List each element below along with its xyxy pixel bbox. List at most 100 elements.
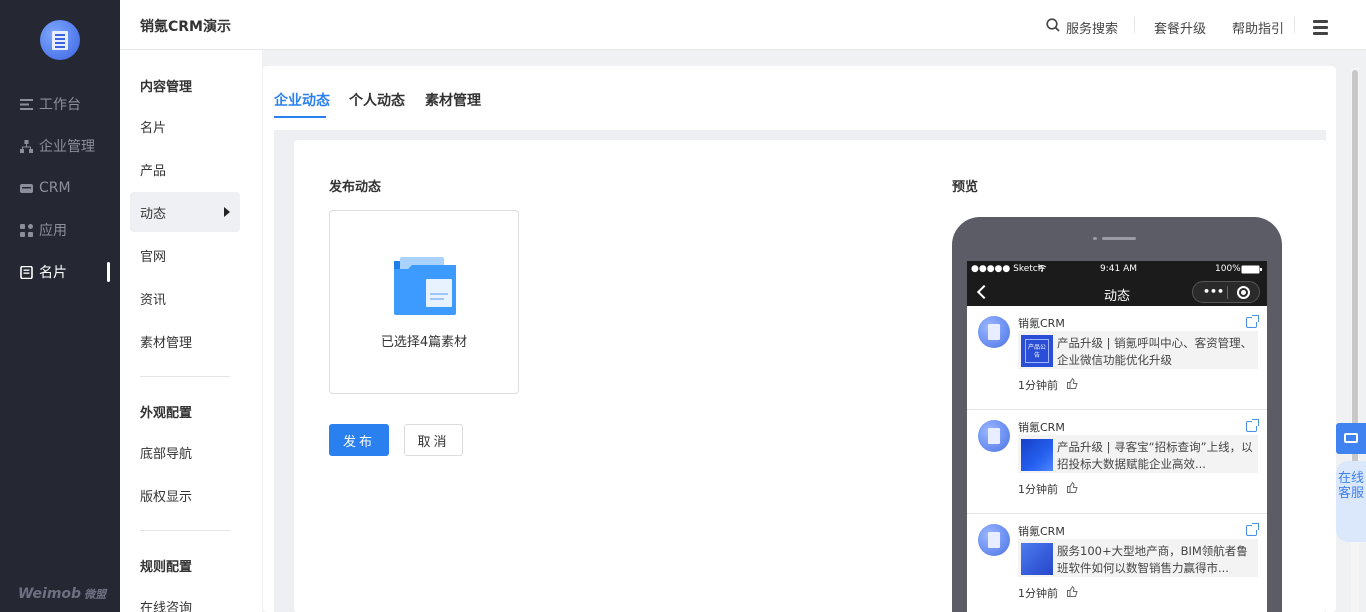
main-nav: 工作台 企业管理 CRM 应用 名片 Weimob 微盟 [0, 0, 120, 612]
org-chart-icon [20, 139, 33, 153]
phone-status-bar: ●●●●● Sketch 9:41 AM 100% [967, 261, 1267, 278]
nav-item-label: CRM [39, 180, 71, 196]
tab-materials[interactable]: 素材管理 [425, 90, 481, 110]
scrollbar-thumb[interactable] [1352, 70, 1358, 470]
feed-post[interactable]: 销氪CRM 产品升级 | 寻客宝“招标查询”上线，以招投标大数据赋能企业高效..… [967, 410, 1267, 514]
tab-company-feed[interactable]: 企业动态 [274, 90, 330, 110]
preview-section-label: 预览 [952, 180, 979, 195]
thumbs-up-icon[interactable] [1067, 482, 1078, 493]
battery-icon [1241, 265, 1262, 274]
share-icon[interactable] [1246, 523, 1259, 536]
list-icon [20, 98, 33, 110]
active-indicator [107, 262, 110, 282]
phone-screen: ●●●●● Sketch 9:41 AM 100% 动态 ••• 销氪CRM 产… [967, 261, 1267, 612]
nav-item-enterprise[interactable]: 企业管理 [0, 126, 120, 166]
post-time: 1分钟前 [1018, 587, 1058, 600]
post-text: 服务100+大型地产商，BIM领航者鲁班软件如何以数智销售力赢得市... [1057, 544, 1248, 575]
help-guide-link[interactable]: 帮助指引 [1232, 18, 1284, 37]
subnav-item-card[interactable]: 名片 [130, 106, 240, 146]
main-content: 企业动态 个人动态 素材管理 发布动态 已选择4篇素材 发布 取消 预览 ●●●… [263, 66, 1336, 612]
share-icon[interactable] [1246, 315, 1259, 328]
active-tab-indicator [274, 116, 326, 118]
feed-post[interactable]: 销氪CRM 服务100+大型地产商，BIM领航者鲁班软件如何以数智销售力赢得市.… [967, 514, 1267, 612]
upgrade-plan-link[interactable]: 套餐升级 [1154, 18, 1206, 37]
crm-icon [20, 183, 33, 193]
divider [140, 376, 230, 377]
subnav-item-news[interactable]: 资讯 [130, 278, 240, 318]
content-sidebar: 内容管理 名片 产品 动态 官网 资讯 素材管理 外观配置 底部导航 版权显示 … [120, 50, 262, 612]
online-service-tab[interactable]: 在线客服 [1336, 461, 1366, 542]
nav-item-label: 企业管理 [39, 139, 95, 155]
subnav-item-copyright[interactable]: 版权显示 [130, 475, 240, 515]
thumbs-up-icon[interactable] [1067, 378, 1078, 389]
publish-section-label: 发布动态 [329, 180, 382, 195]
material-picker[interactable]: 已选择4篇素材 [329, 210, 519, 394]
publish-panel: 发布动态 已选择4篇素材 发布 取消 预览 ●●●●● Sketch 9:41 … [294, 140, 1326, 612]
subnav-item-bottom-nav[interactable]: 底部导航 [130, 432, 240, 472]
close-ring-icon[interactable] [1237, 286, 1250, 299]
battery-text: 100% [1215, 264, 1241, 274]
tab-personal-feed[interactable]: 个人动态 [349, 90, 405, 110]
publish-button[interactable]: 发布 [329, 424, 389, 456]
subnav-item-product[interactable]: 产品 [130, 149, 240, 189]
share-icon[interactable] [1246, 419, 1259, 432]
more-dots-icon[interactable]: ••• [1203, 285, 1224, 298]
divider [1134, 17, 1135, 33]
subnav-item-website[interactable]: 官网 [130, 235, 240, 275]
divider [1227, 286, 1228, 299]
carrier-text: ●●●●● Sketch [971, 264, 1044, 274]
phone-nav-bar: 动态 ••• [967, 278, 1267, 306]
avatar [978, 316, 1010, 348]
divider [140, 530, 230, 531]
post-time: 1分钟前 [1018, 379, 1058, 392]
nav-item-card[interactable]: 名片 [0, 252, 120, 292]
miniapp-capsule[interactable]: ••• [1192, 281, 1260, 303]
post-card[interactable]: 产品公告 产品升级 | 销氪呼叫中心、客资管理、企业微信功能优化升级 [1018, 331, 1258, 369]
post-author: 销氪CRM [1018, 317, 1065, 330]
cancel-button[interactable]: 取消 [404, 424, 463, 456]
group-title-content: 内容管理 [140, 80, 193, 95]
nav-item-label: 应用 [39, 223, 67, 239]
nav-item-label: 名片 [39, 265, 67, 281]
phone-speaker [1102, 237, 1136, 240]
app-title: 销氪CRM演示 [140, 19, 231, 35]
search-icon[interactable] [1046, 18, 1060, 32]
divider [1294, 17, 1295, 33]
feed-post[interactable]: 销氪CRM 产品公告 产品升级 | 销氪呼叫中心、客资管理、企业微信功能优化升级… [967, 306, 1267, 410]
caret-right-icon [224, 207, 230, 217]
post-thumbnail [1021, 439, 1053, 471]
avatar [978, 420, 1010, 452]
subnav-item-feed[interactable]: 动态 [130, 192, 240, 232]
nav-item-workbench[interactable]: 工作台 [0, 84, 120, 124]
chat-button[interactable] [1336, 423, 1366, 454]
post-card[interactable]: 服务100+大型地产商，BIM领航者鲁班软件如何以数智销售力赢得市... [1018, 539, 1258, 577]
post-author: 销氪CRM [1018, 421, 1065, 434]
apps-grid-icon [20, 223, 33, 237]
post-author: 销氪CRM [1018, 525, 1065, 538]
card-icon [20, 265, 33, 279]
post-card[interactable]: 产品升级 | 寻客宝“招标查询”上线，以招投标大数据赋能企业高效... [1018, 435, 1258, 473]
phone-camera [1093, 237, 1097, 240]
avatar [978, 524, 1010, 556]
nav-item-crm[interactable]: CRM [0, 168, 120, 208]
group-title-appearance: 外观配置 [140, 406, 193, 421]
subnav-item-label: 动态 [140, 206, 167, 222]
nav-item-label: 工作台 [39, 97, 81, 113]
group-title-rules: 规则配置 [140, 560, 193, 575]
app-logo[interactable] [40, 20, 80, 60]
subnav-item-materials[interactable]: 素材管理 [130, 321, 240, 361]
folder-icon [394, 257, 456, 315]
hamburger-menu-icon[interactable] [1313, 20, 1328, 35]
selected-count-text: 已选择4篇素材 [380, 335, 468, 350]
post-text: 产品升级 | 销氪呼叫中心、客资管理、企业微信功能优化升级 [1057, 336, 1253, 367]
nav-item-apps[interactable]: 应用 [0, 210, 120, 250]
phone-preview: ●●●●● Sketch 9:41 AM 100% 动态 ••• 销氪CRM 产… [952, 217, 1282, 612]
post-text: 产品升级 | 寻客宝“招标查询”上线，以招投标大数据赋能企业高效... [1057, 440, 1253, 471]
post-time: 1分钟前 [1018, 483, 1058, 496]
thumbs-up-icon[interactable] [1067, 586, 1078, 597]
wifi-icon [1037, 265, 1047, 272]
post-thumbnail: 产品公告 [1021, 335, 1053, 367]
subnav-item-consult[interactable]: 在线咨询 [130, 586, 240, 612]
post-thumbnail [1021, 543, 1053, 575]
service-search-link[interactable]: 服务搜索 [1066, 18, 1118, 37]
